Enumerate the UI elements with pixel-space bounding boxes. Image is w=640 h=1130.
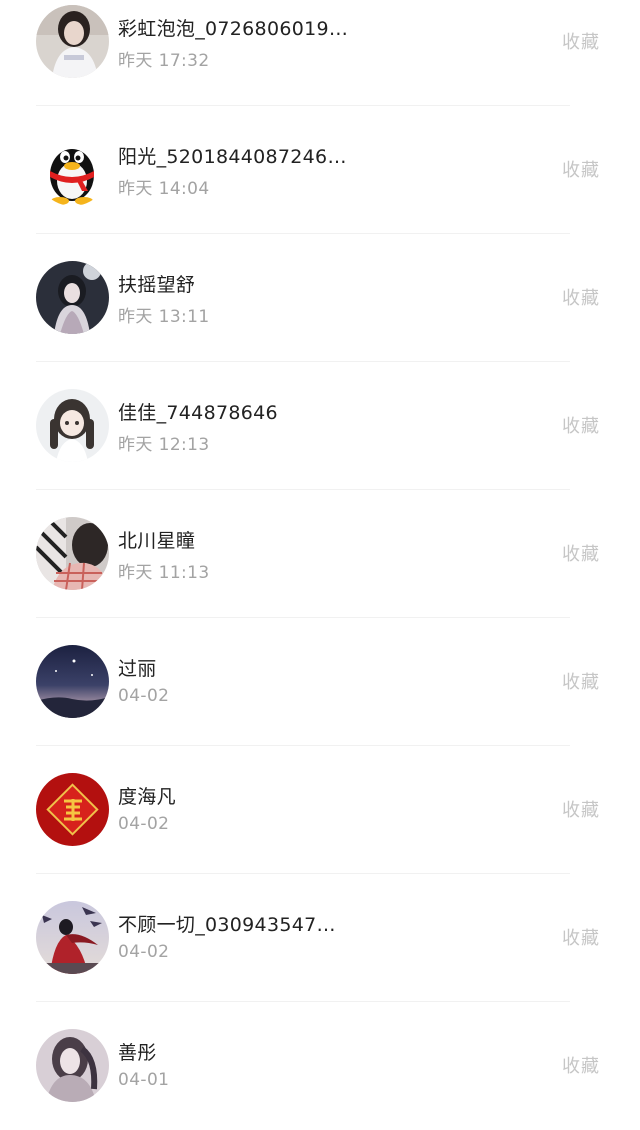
contact-time: 昨天 14:04 xyxy=(118,179,210,199)
avatar[interactable] xyxy=(36,645,109,718)
anime-girl-twintails-avatar-icon xyxy=(36,389,109,462)
contact-time: 昨天 17:32 xyxy=(118,51,210,71)
avatar[interactable] xyxy=(36,901,109,974)
girl-photo-avatar-icon xyxy=(36,5,109,78)
contact-name: 度海凡 xyxy=(118,786,176,808)
contact-name: 佳佳_744878646 xyxy=(118,402,278,424)
contact-name: 阳光_5201844087246… xyxy=(118,146,347,168)
fu-character-avatar-icon xyxy=(36,773,109,846)
favorite-button[interactable]: 收藏 xyxy=(562,540,600,566)
favorite-button[interactable]: 收藏 xyxy=(562,412,600,438)
anime-girl-dark-avatar-icon xyxy=(36,261,109,334)
contact-time: 04-02 xyxy=(118,814,170,834)
contact-time: 04-02 xyxy=(118,942,170,962)
avatar[interactable] xyxy=(36,5,109,78)
avatar[interactable] xyxy=(36,261,109,334)
qq-penguin-avatar-icon xyxy=(36,133,109,206)
favorite-button[interactable]: 收藏 xyxy=(562,924,600,950)
contact-list: 彩虹泡泡_0726806019… 昨天 17:32 收藏 阳光_52018440… xyxy=(0,0,640,1130)
list-item[interactable]: 不顾一切_030943547… 04-02 收藏 xyxy=(0,874,640,1002)
contact-name: 扶摇望舒 xyxy=(118,274,196,296)
night-sky-avatar-icon xyxy=(36,645,109,718)
red-dress-avatar-icon xyxy=(36,901,109,974)
plaid-photo-avatar-icon xyxy=(36,517,109,590)
favorite-button[interactable]: 收藏 xyxy=(562,156,600,182)
favorite-button[interactable]: 收藏 xyxy=(562,1052,600,1078)
list-item[interactable]: 彩虹泡泡_0726806019… 昨天 17:32 收藏 xyxy=(0,0,640,106)
list-item[interactable]: 佳佳_744878646 昨天 12:13 收藏 xyxy=(0,362,640,490)
avatar[interactable] xyxy=(36,133,109,206)
avatar[interactable] xyxy=(36,1029,109,1102)
list-item[interactable]: 北川星瞳 昨天 11:13 收藏 xyxy=(0,490,640,618)
avatar[interactable] xyxy=(36,517,109,590)
blurred-girl-avatar-icon xyxy=(36,1029,109,1102)
list-item[interactable]: 善彤 04-01 收藏 xyxy=(0,1002,640,1130)
favorite-button[interactable]: 收藏 xyxy=(562,284,600,310)
contact-time: 昨天 12:13 xyxy=(118,435,210,455)
list-item[interactable]: 度海凡 04-02 收藏 xyxy=(0,746,640,874)
list-item[interactable]: 阳光_5201844087246… 昨天 14:04 收藏 xyxy=(0,106,640,234)
contact-time: 昨天 13:11 xyxy=(118,307,210,327)
list-item[interactable]: 过丽 04-02 收藏 xyxy=(0,618,640,746)
favorite-button[interactable]: 收藏 xyxy=(562,668,600,694)
contact-name: 北川星瞳 xyxy=(118,530,196,552)
avatar[interactable] xyxy=(36,773,109,846)
contact-name: 善彤 xyxy=(118,1042,157,1064)
contact-name: 不顾一切_030943547… xyxy=(118,914,336,936)
contact-name: 彩虹泡泡_0726806019… xyxy=(118,18,349,40)
contact-time: 昨天 11:13 xyxy=(118,563,210,583)
avatar[interactable] xyxy=(36,389,109,462)
favorite-button[interactable]: 收藏 xyxy=(562,28,600,54)
list-item[interactable]: 扶摇望舒 昨天 13:11 收藏 xyxy=(0,234,640,362)
contact-name: 过丽 xyxy=(118,658,157,680)
favorite-button[interactable]: 收藏 xyxy=(562,796,600,822)
contact-time: 04-02 xyxy=(118,686,170,706)
contact-time: 04-01 xyxy=(118,1070,170,1090)
